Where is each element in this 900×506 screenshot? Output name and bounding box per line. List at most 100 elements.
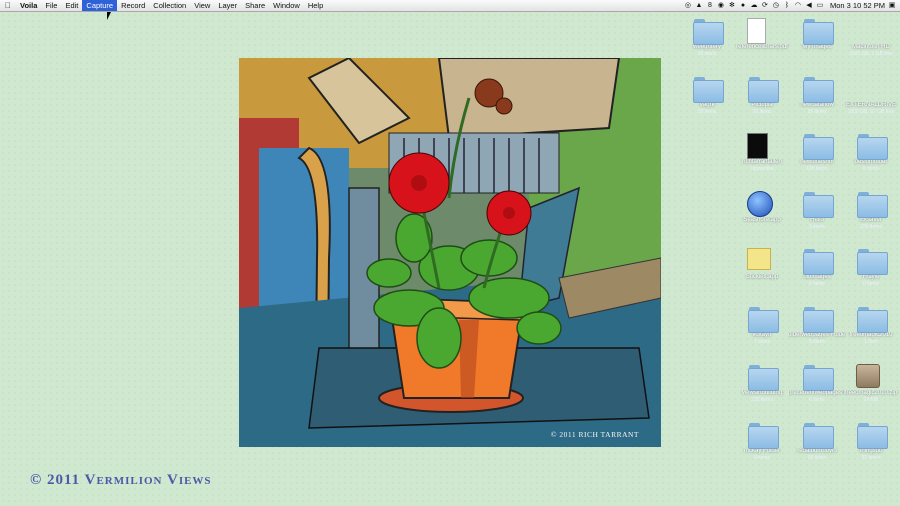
display-icon[interactable]: ▣ (888, 2, 896, 10)
desktop-icon-folder[interactable]: redalbumbuyin 16 items (788, 422, 846, 461)
menu-clock[interactable]: Mon 3 10 52 PM (830, 1, 885, 10)
desktop-icon-label: Hello (810, 217, 824, 223)
desktop-icon-usb[interactable]: EXTERNALDRIVE 1000 GB, 97 GB free (842, 76, 900, 115)
desktop-icon-doc[interactable]: referencelibrars.pdf (733, 18, 791, 51)
desktop-icon-folder[interactable]: freeomagic2010 1 item (842, 306, 900, 345)
paw-icon[interactable]: ● (739, 2, 747, 10)
folder-icon (692, 76, 724, 103)
desktop-icon-label: precedentwebpages Folder (788, 390, 846, 396)
desktop-icon-label: freeomagic2010.zip (844, 390, 898, 396)
folder-icon (802, 191, 834, 218)
desktop-icon-label: Stickies.app (745, 274, 779, 280)
archive-icon (856, 364, 886, 390)
folder-icon (856, 248, 888, 275)
folder-icon (747, 76, 779, 103)
desktop-icon-label: freeomagic2010 (849, 332, 893, 338)
menu-file[interactable]: File (41, 0, 61, 11)
folder-icon (802, 76, 834, 103)
desktop-icon-info: 24 MB (863, 397, 879, 403)
desktop-icon-label: oldimages (803, 274, 831, 280)
folder-icon (747, 422, 779, 449)
menu-window[interactable]: Window (269, 0, 304, 11)
desktop-icon-label: newdataflow (800, 102, 834, 108)
menu-edit[interactable]: Edit (61, 0, 82, 11)
desktop-icon-info: 195 items (806, 166, 828, 172)
folder-icon (747, 364, 779, 391)
desktop-icon-folder[interactable]: newdataflow 19 items (788, 76, 846, 115)
eye-icon[interactable]: ◉ (717, 2, 725, 10)
menu-bar:  Voila File Edit Capture Record Collect… (0, 0, 900, 12)
desktop-icon-folder[interactable]: viewsinbuilding 233 items (733, 364, 791, 403)
menu-layer[interactable]: Layer (214, 0, 241, 11)
menu-share[interactable]: Share (241, 0, 269, 11)
desktop-icon-info: 19 items (807, 109, 827, 115)
desktop-icon-folder[interactable]: voxaytr 7 items (733, 306, 791, 345)
cloud-icon[interactable]: ☁ (750, 2, 758, 10)
painting-art (239, 58, 661, 447)
desktop-icon-info: 59 items (752, 109, 772, 115)
desktop-icon-label: weeghtery (693, 44, 721, 50)
desktop-icon-label: EXTERNALDRIVE (845, 102, 896, 108)
desktop-icon-label: viewsinbuilding (741, 390, 783, 396)
flower-painting: © 2011 RICH TARRANT (239, 58, 661, 447)
pdf-document-icon (747, 18, 777, 44)
watermark-text: © 2011 Vermilion Views (30, 472, 212, 488)
desktop-icon-folder[interactable]: mckay Folder 8 items (733, 422, 791, 461)
menu-voila[interactable]: Voila (16, 0, 41, 11)
desktop-icon-folder[interactable]: weeghtery 39 items (678, 18, 736, 57)
wifi-icon[interactable]: ◠ (794, 2, 802, 10)
folder-icon (856, 422, 888, 449)
menu-capture[interactable]: Capture (82, 0, 118, 11)
desktop-icon-label: redalbumbuyin (797, 448, 837, 454)
desktop-icon-info: 31 items (861, 455, 881, 461)
desktop-icon-folder[interactable]: Eksaver 199 items (842, 191, 900, 230)
desktop-icon-folder[interactable]: thingsdb 31 items (842, 422, 900, 461)
desktop-icon-info: 1000 GB, 97 GB free (847, 109, 895, 115)
gear-icon[interactable]: ✻ (728, 2, 736, 10)
desktop-icon-info: 16 items (807, 455, 827, 461)
capture-icon[interactable]: ◎ (684, 2, 692, 10)
desktop-icon-label: Seashore.app (743, 217, 781, 223)
desktop-icon-folder[interactable]: designfolder 6 items (842, 133, 900, 172)
desktop-icon-info: 7 items (753, 339, 771, 345)
sync-icon[interactable]: ⟳ (761, 2, 769, 10)
desktop-icon-folder[interactable]: My Images (788, 18, 846, 51)
desktop-icon-folder[interactable]: oldimages 8 items (788, 248, 846, 287)
battery-icon[interactable]: ▭ (816, 2, 824, 10)
desktop-icon-drive[interactable]: Macintosh HD 1000 GB, 3 GB free (842, 18, 900, 57)
desktop-icon-label: designfolder (854, 159, 888, 165)
desktop-icon-info: 39 items (697, 51, 717, 57)
volume-icon[interactable]: ◀ (805, 2, 813, 10)
timemachine-icon[interactable]: ◷ (772, 2, 780, 10)
adobe-icon[interactable]: ▲ (695, 2, 703, 10)
status-badge[interactable]: 8 (706, 2, 714, 10)
menu-view[interactable]: View (190, 0, 214, 11)
bluetooth-icon[interactable]: ᛒ (783, 2, 791, 10)
desktop-icon-folder[interactable]: olderwebpages Folder 5 items (788, 306, 846, 345)
desktop-icon-folder[interactable]: precedentwebpages Folder6 items (788, 364, 846, 403)
folder-icon (856, 306, 888, 333)
folder-icon (802, 133, 834, 160)
desktop-icon-folder[interactable]: newdiffeshm 195 items (788, 133, 846, 172)
menu-help[interactable]: Help (304, 0, 327, 11)
menu-record[interactable]: Record (117, 0, 149, 11)
desktop-icon-label: Eksaver (860, 217, 882, 223)
folder-icon (802, 306, 834, 333)
menu-collection[interactable]: Collection (149, 0, 190, 11)
desktop-icon-pkg[interactable]: freeomagic2010.zip 24 MB (842, 364, 900, 403)
desktop-icon-info: 8 items (808, 281, 826, 287)
desktop-icon-label: Frayle (862, 274, 880, 280)
desktop-icon-portrait[interactable]: richtarrantallen Uprpanthe (733, 133, 791, 172)
desktop-icon-label: richtarrantallen (742, 159, 782, 165)
folder-icon (802, 364, 834, 391)
desktop-icon-folder[interactable]: Hello 3 items (788, 191, 846, 230)
usb-drive-icon (856, 76, 886, 102)
apple-icon[interactable]:  (0, 1, 16, 10)
folder-icon (747, 306, 779, 333)
desktop-icon-folder[interactable]: Vagrk 39 items (678, 76, 736, 115)
desktop-icon-folder[interactable]: Frayle 0 items (842, 248, 900, 287)
desktop-icon-info: 6 items (808, 397, 826, 403)
desktop-icon-app-blue[interactable]: Seashore.app (733, 191, 791, 224)
desktop-icon-notes[interactable]: Stickies.app (733, 248, 791, 281)
desktop-icon-folder[interactable]: Pictopia 59 items (733, 76, 791, 115)
